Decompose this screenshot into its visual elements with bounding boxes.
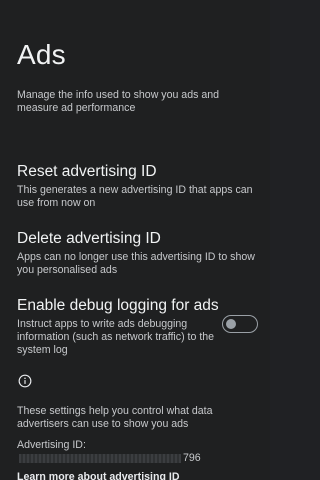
advertising-id-redaction [19,454,181,463]
delete-advertising-id-description: Apps can no longer use this advertising … [17,251,255,276]
reset-advertising-id-title: Reset advertising ID [17,163,157,180]
debug-logging-description: Instruct apps to write ads debugging inf… [17,318,215,356]
toggle-thumb [225,318,236,329]
footer-description: These settings help you control what dat… [17,405,213,430]
intro-description: Manage the info used to show you ads and… [17,89,220,114]
delete-advertising-id-item[interactable]: Delete advertising ID Apps can no longer… [17,229,257,277]
learn-more-link[interactable]: Learn more about advertising ID [17,471,179,480]
page-title: Ads [17,39,66,70]
reset-advertising-id-description: This generates a new advertising ID that… [17,184,253,209]
debug-logging-item[interactable]: Enable debug logging for ads Instruct ap… [17,296,257,357]
advertising-id-row: 796 [17,452,217,465]
delete-advertising-id-title: Delete advertising ID [17,230,161,247]
advertising-id-label: Advertising ID: [17,439,86,451]
debug-logging-title: Enable debug logging for ads [17,297,219,314]
info-icon [18,374,32,388]
reset-advertising-id-item[interactable]: Reset advertising ID This generates a ne… [17,162,257,210]
advertising-id-visible-suffix: 796 [183,452,201,464]
ads-settings-screen: Ads Manage the info used to show you ads… [0,0,270,480]
debug-logging-toggle[interactable] [222,315,258,333]
